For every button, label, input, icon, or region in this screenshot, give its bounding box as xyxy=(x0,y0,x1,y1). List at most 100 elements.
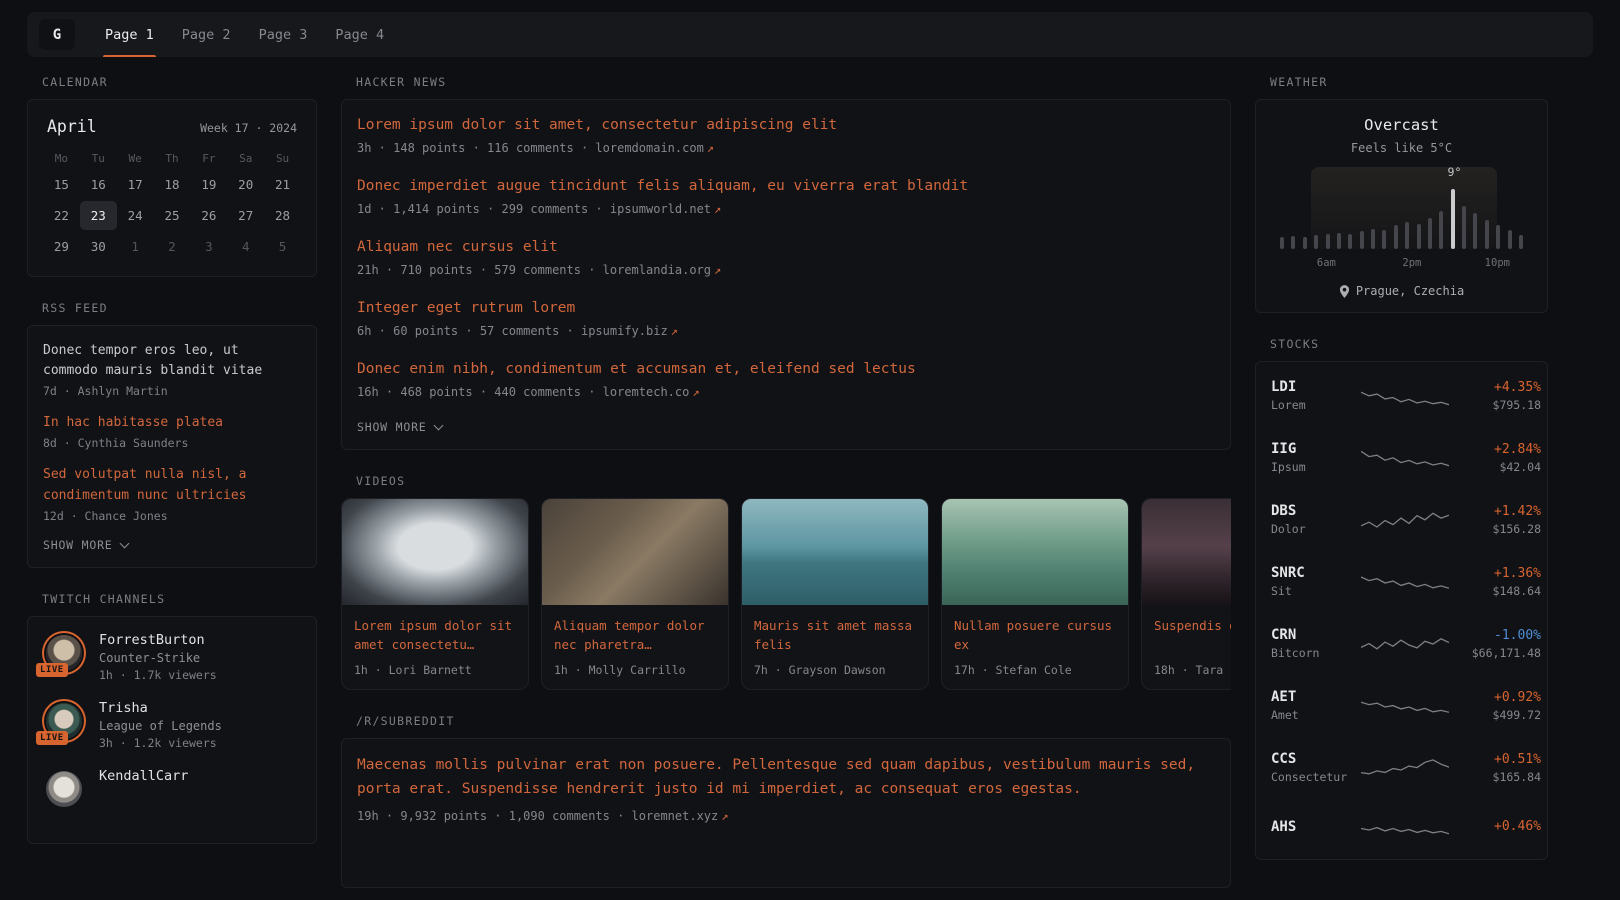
post-source-link[interactable]: ipsumworld.net xyxy=(610,202,711,216)
dashboard: CALENDAR April Week 17 · 2024 MoTuWeThFr… xyxy=(27,75,1620,900)
page-tab[interactable]: Page 3 xyxy=(245,12,322,57)
video-card[interactable]: Nullam posuere cursus ex 17h · Stefan Co… xyxy=(941,498,1129,690)
stock-row: CCS Consectetur +0.51% $165.84 xyxy=(1256,736,1547,798)
video-title[interactable]: Suspendis diam xyxy=(1154,616,1231,655)
rss-item[interactable]: Sed volutpat nulla nisl, a condimentum n… xyxy=(43,465,301,522)
stock-symbol: IIG xyxy=(1271,441,1361,457)
video-thumbnail[interactable] xyxy=(1142,499,1231,605)
video-title[interactable]: Lorem ipsum dolor sit amet consectetu… xyxy=(354,616,516,655)
rss-item-title[interactable]: Sed volutpat nulla nisl, a condimentum n… xyxy=(43,465,301,505)
calendar-day-headers: MoTuWeThFrSaSu xyxy=(43,146,301,170)
twitch-channel-row[interactable]: LIVE KendallCarr xyxy=(43,768,301,810)
post-title[interactable]: Donec enim nibh, condimentum et accumsan… xyxy=(357,359,1215,380)
post-title[interactable]: Integer eget rutrum lorem xyxy=(357,298,1215,319)
video-thumbnail[interactable] xyxy=(942,499,1128,605)
stocks-card: LDI Lorem +4.35% $795.18 IIG Ipsum +2.84… xyxy=(1255,361,1548,860)
external-link-icon[interactable]: ↗ xyxy=(707,141,714,155)
post-source-link[interactable]: loremtech.co xyxy=(603,385,690,399)
post-meta: 3h · 148 points · 116 comments · loremdo… xyxy=(357,141,1215,155)
calendar-day: 1 xyxy=(117,232,154,261)
weather-times: 6am2pm10pm xyxy=(1272,257,1531,272)
weather-bar xyxy=(1485,220,1489,249)
rss-item-meta: 12d · Chance Jones xyxy=(43,509,301,523)
weather-widget: WEATHER Overcast Feels like 5°C 9° 6am2p… xyxy=(1255,75,1548,313)
live-badge: LIVE xyxy=(36,731,68,745)
external-link-icon[interactable]: ↗ xyxy=(714,263,721,277)
stock-change: +0.51% xyxy=(1449,752,1541,767)
weather-bar xyxy=(1394,225,1398,249)
video-title[interactable]: Nullam posuere cursus ex xyxy=(954,616,1116,655)
channel-name[interactable]: Trisha xyxy=(99,700,222,716)
twitch-channel-row[interactable]: LIVE Trisha League of Legends 3h · 1.2k … xyxy=(43,700,301,750)
post-meta-text: 16h · 468 points · 440 comments · xyxy=(357,385,603,399)
post-title[interactable]: Donec imperdiet augue tincidunt felis al… xyxy=(357,176,1215,197)
stock-symbol: DBS xyxy=(1271,503,1361,519)
video-meta: 1h · Molly Carrillo xyxy=(554,663,716,677)
video-card[interactable]: Mauris sit amet massa felis 7h · Grayson… xyxy=(741,498,929,690)
rss-item[interactable]: Donec tempor eros leo, ut commodo mauris… xyxy=(43,341,301,398)
rss-show-more-button[interactable]: SHOW MORE xyxy=(43,538,301,552)
calendar-card: April Week 17 · 2024 MoTuWeThFrSaSu 1516… xyxy=(27,99,317,277)
channel-avatar[interactable]: LIVE xyxy=(43,700,85,742)
video-card[interactable]: Suspendis diam 18h · Tara xyxy=(1141,498,1231,690)
post-item: Integer eget rutrum lorem 6h · 60 points… xyxy=(357,298,1215,338)
external-link-icon[interactable]: ↗ xyxy=(692,385,699,399)
video-thumbnail[interactable] xyxy=(742,499,928,605)
video-card[interactable]: Aliquam tempor dolor nec pharetra… 1h · … xyxy=(541,498,729,690)
external-link-icon[interactable]: ↗ xyxy=(721,809,728,823)
post-source-link[interactable]: loremlandia.org xyxy=(603,263,711,277)
calendar-day: 16 xyxy=(80,170,117,199)
stock-symbol: CCS xyxy=(1271,751,1361,767)
calendar-day: 2 xyxy=(154,232,191,261)
video-title[interactable]: Mauris sit amet massa felis xyxy=(754,616,916,655)
rss-item-meta: 7d · Ashlyn Martin xyxy=(43,384,301,398)
page-tab[interactable]: Page 4 xyxy=(321,12,398,57)
post-title[interactable]: Lorem ipsum dolor sit amet, consectetur … xyxy=(357,115,1215,136)
rss-section-title: RSS FEED xyxy=(42,301,317,315)
page-tab[interactable]: Page 1 xyxy=(91,12,168,57)
post-item: Aliquam nec cursus elit 21h · 710 points… xyxy=(357,237,1215,277)
video-card[interactable]: Lorem ipsum dolor sit amet consectetu… 1… xyxy=(341,498,529,690)
rss-item-title[interactable]: Donec tempor eros leo, ut commodo mauris… xyxy=(43,341,301,381)
video-thumbnail[interactable] xyxy=(542,499,728,605)
channel-name[interactable]: KendallCarr xyxy=(99,768,188,784)
stock-price: $42.04 xyxy=(1449,460,1541,474)
hackernews-show-more-button[interactable]: SHOW MORE xyxy=(357,420,1215,434)
page-tab[interactable]: Page 2 xyxy=(168,12,245,57)
show-more-label: SHOW MORE xyxy=(43,538,113,552)
weather-bar xyxy=(1371,229,1375,249)
twitch-channel-row[interactable]: LIVE ForrestBurton Counter-Strike 1h · 1… xyxy=(43,632,301,682)
post-source-link[interactable]: ipsumify.biz xyxy=(581,324,668,338)
left-column: CALENDAR April Week 17 · 2024 MoTuWeThFr… xyxy=(27,75,317,900)
topbar: G Page 1 Page 2 Page 3 Page 4 xyxy=(27,12,1593,57)
app-logo[interactable]: G xyxy=(39,19,75,50)
stock-symbol: AHS xyxy=(1271,819,1361,835)
stock-symbol: AET xyxy=(1271,689,1361,705)
post-source-link[interactable]: loremdomain.com xyxy=(595,141,703,155)
post-title[interactable]: Maecenas mollis pulvinar erat non posuer… xyxy=(357,754,1198,802)
calendar-day-header: We xyxy=(117,146,154,170)
post-source-link[interactable]: loremnet.xyz xyxy=(632,809,719,823)
calendar-widget: CALENDAR April Week 17 · 2024 MoTuWeThFr… xyxy=(27,75,317,277)
calendar-day: 25 xyxy=(154,201,191,230)
stock-symbol: CRN xyxy=(1271,627,1361,643)
post-meta: 16h · 468 points · 440 comments · loremt… xyxy=(357,385,1215,399)
weather-bar xyxy=(1473,213,1477,249)
external-link-icon[interactable]: ↗ xyxy=(714,202,721,216)
channel-name[interactable]: ForrestBurton xyxy=(99,632,217,648)
rss-item[interactable]: In hac habitasse platea 8d · Cynthia Sau… xyxy=(43,413,301,450)
calendar-days-grid: 1516171819202122232425262728293012345 xyxy=(43,170,301,261)
video-title[interactable]: Aliquam tempor dolor nec pharetra… xyxy=(554,616,716,655)
rss-item-title[interactable]: In hac habitasse platea xyxy=(43,413,301,433)
channel-avatar[interactable]: LIVE xyxy=(43,768,85,810)
videos-row: Lorem ipsum dolor sit amet consectetu… 1… xyxy=(341,498,1231,690)
channel-avatar[interactable]: LIVE xyxy=(43,632,85,674)
post-title[interactable]: Aliquam nec cursus elit xyxy=(357,237,1215,258)
video-thumbnail[interactable] xyxy=(342,499,528,605)
weather-bar xyxy=(1508,230,1512,249)
calendar-day: 30 xyxy=(80,232,117,261)
calendar-day: 21 xyxy=(264,170,301,199)
external-link-icon[interactable]: ↗ xyxy=(671,324,678,338)
video-meta: 17h · Stefan Cole xyxy=(954,663,1116,677)
weather-bar xyxy=(1417,224,1421,249)
